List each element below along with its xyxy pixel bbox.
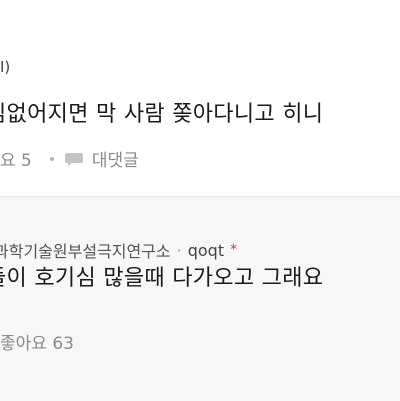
like-count[interactable]: 좋아요 63 <box>0 329 74 354</box>
comment-meta: I) <box>0 58 11 76</box>
author-badge: * <box>230 242 238 258</box>
reply-header: 과학기술원부설극지연구소 · qoqt * <box>0 238 237 262</box>
comment-text: 심없어지면 막 사람 쫒아다니고 히니 <box>0 102 324 127</box>
speech-bubble-icon[interactable] <box>64 151 84 167</box>
reply-button[interactable]: 대댓글 <box>92 146 139 171</box>
author-name[interactable]: qoqt <box>188 241 224 260</box>
reply-text: 들이 호기심 많을때 다가오고 그래요 <box>0 266 324 291</box>
reply-actions: 좋아요 63 <box>0 329 74 354</box>
comment: I) 심없어지면 막 사람 쫒아다니고 히니 요 5 대댓글 <box>0 0 400 196</box>
author-affiliation: 과학기술원부설극지연구소 <box>0 242 171 261</box>
like-count[interactable]: 요 5 <box>0 146 32 171</box>
reply-comment <box>0 196 400 401</box>
separator-dot <box>49 156 54 161</box>
separator-dot: · <box>176 240 182 260</box>
comment-actions: 요 5 대댓글 <box>0 146 139 171</box>
